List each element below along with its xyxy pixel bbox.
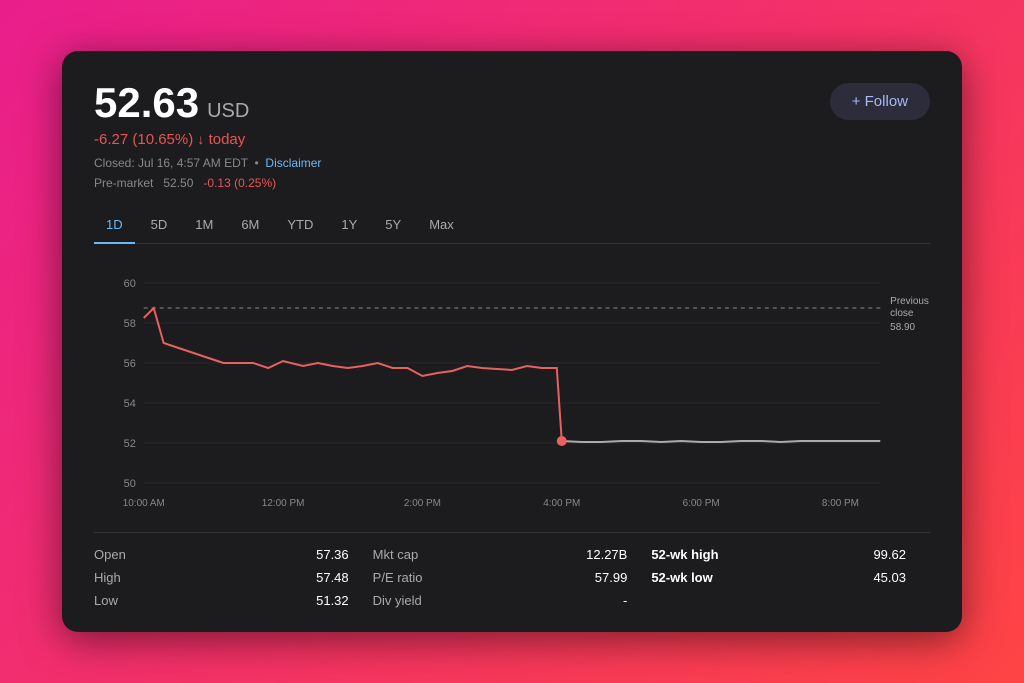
closed-text: Closed: Jul 16, 4:57 AM EDT — [94, 156, 248, 170]
stats-col-2: Mkt cap 12.27B P/E ratio 57.99 Div yield… — [373, 547, 652, 608]
follow-button[interactable]: + Follow — [830, 83, 930, 120]
stat-pe-value: 57.99 — [595, 570, 628, 585]
stat-52wk-high-value: 99.62 — [873, 547, 906, 562]
price-meta: Closed: Jul 16, 4:57 AM EDT • Disclaimer… — [94, 154, 321, 192]
tab-6m[interactable]: 6M — [229, 211, 271, 244]
stat-52wk-low-label: 52-wk low — [651, 570, 712, 585]
svg-text:58: 58 — [124, 318, 136, 330]
stock-chart: 60 58 56 54 52 50 Previous close 58.90 1… — [94, 256, 930, 516]
stat-52wk-high: 52-wk high 99.62 — [651, 547, 930, 562]
change-arrow: ↓ — [197, 131, 204, 147]
disclaimer-link[interactable]: Disclaimer — [265, 156, 321, 170]
stat-low-label: Low — [94, 593, 118, 608]
stat-mktcap-label: Mkt cap — [373, 547, 419, 562]
stock-card: 52.63 USD -6.27 (10.65%) ↓ today Closed:… — [62, 51, 962, 631]
price-section: 52.63 USD -6.27 (10.65%) ↓ today Closed:… — [94, 79, 321, 192]
price-main: 52.63 USD — [94, 79, 321, 127]
tab-5d[interactable]: 5D — [139, 211, 180, 244]
svg-text:4:00 PM: 4:00 PM — [543, 498, 580, 509]
stat-pe: P/E ratio 57.99 — [373, 570, 652, 585]
svg-text:54: 54 — [124, 398, 136, 410]
svg-text:8:00 PM: 8:00 PM — [822, 498, 859, 509]
stat-pe-label: P/E ratio — [373, 570, 423, 585]
svg-text:Previous: Previous — [890, 296, 929, 307]
stat-low-value: 51.32 — [316, 593, 349, 608]
stat-high: High 57.48 — [94, 570, 373, 585]
stat-low: Low 51.32 — [94, 593, 373, 608]
svg-text:close: close — [890, 308, 914, 319]
tab-ytd[interactable]: YTD — [275, 211, 325, 244]
time-range-tabs: 1D 5D 1M 6M YTD 1Y 5Y Max — [94, 211, 930, 244]
stats-col-3: 52-wk high 99.62 52-wk low 45.03 — [651, 547, 930, 608]
stat-open-value: 57.36 — [316, 547, 349, 562]
premarket-label: Pre-market — [94, 176, 153, 190]
premarket-change: -0.13 (0.25%) — [203, 176, 276, 190]
stat-mktcap: Mkt cap 12.27B — [373, 547, 652, 562]
stat-div-label: Div yield — [373, 593, 422, 608]
header-row: 52.63 USD -6.27 (10.65%) ↓ today Closed:… — [94, 79, 930, 192]
tab-max[interactable]: Max — [417, 211, 466, 244]
stat-div-value: - — [623, 593, 627, 608]
stats-col-1: Open 57.36 High 57.48 Low 51.32 — [94, 547, 373, 608]
svg-text:52: 52 — [124, 438, 136, 450]
stat-high-value: 57.48 — [316, 570, 349, 585]
stat-52wk-low-value: 45.03 — [873, 570, 906, 585]
chart-line-afterhours — [562, 441, 880, 442]
stat-52wk-high-label: 52-wk high — [651, 547, 718, 562]
svg-text:60: 60 — [124, 278, 136, 290]
price-change: -6.27 (10.65%) ↓ today — [94, 131, 321, 148]
stat-mktcap-value: 12.27B — [586, 547, 627, 562]
chart-container: 60 58 56 54 52 50 Previous close 58.90 1… — [94, 256, 930, 516]
stat-open: Open 57.36 — [94, 547, 373, 562]
change-value: -6.27 (10.65%) — [94, 131, 193, 148]
stat-open-label: Open — [94, 547, 126, 562]
change-label: today — [209, 131, 246, 148]
price-value: 52.63 — [94, 79, 199, 127]
svg-text:6:00 PM: 6:00 PM — [683, 498, 720, 509]
svg-text:58.90: 58.90 — [890, 322, 915, 333]
svg-text:56: 56 — [124, 358, 136, 370]
svg-text:12:00 PM: 12:00 PM — [262, 498, 305, 509]
tab-1m[interactable]: 1M — [183, 211, 225, 244]
premarket-price: 52.50 — [163, 176, 193, 190]
stat-high-label: High — [94, 570, 121, 585]
stat-div: Div yield - — [373, 593, 652, 608]
chart-line-market — [144, 308, 562, 441]
svg-text:10:00 AM: 10:00 AM — [123, 498, 165, 509]
chart-dot — [557, 436, 567, 446]
price-currency: USD — [207, 100, 249, 123]
tab-1y[interactable]: 1Y — [329, 211, 369, 244]
stat-52wk-low: 52-wk low 45.03 — [651, 570, 930, 585]
stats-table: Open 57.36 High 57.48 Low 51.32 Mkt cap … — [94, 532, 930, 608]
svg-text:2:00 PM: 2:00 PM — [404, 498, 441, 509]
tab-5y[interactable]: 5Y — [373, 211, 413, 244]
tab-1d[interactable]: 1D — [94, 211, 135, 244]
svg-text:50: 50 — [124, 478, 136, 490]
